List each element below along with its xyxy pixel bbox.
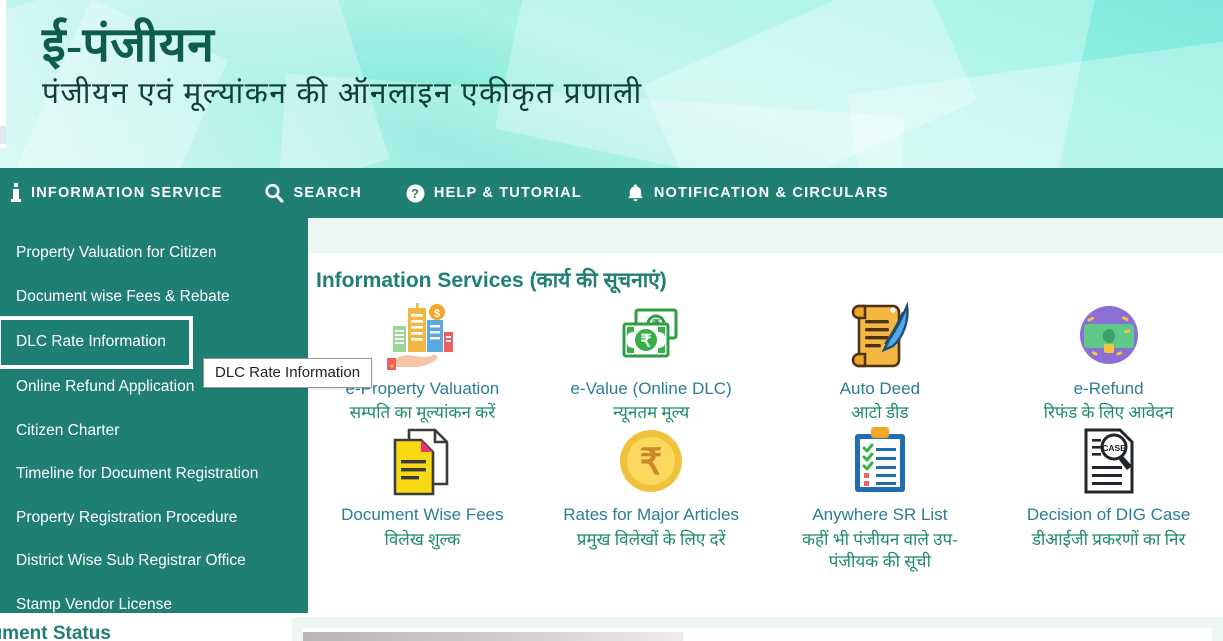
bell-icon [626,183,645,203]
nav-item-help-tutorial[interactable]: ? HELP & TUTORIAL [406,168,582,218]
nav-label: NOTIFICATION & CIRCULARS [653,185,889,201]
service-label-hi: आटो डीड [851,403,909,423]
sidebar-item-timeline-for-document-registration[interactable]: Timeline for Document Registration [0,453,308,497]
service-tile-document-wise-fees[interactable]: Document Wise Fees विलेख शुल्क [308,426,537,572]
money-circle-icon [1074,300,1144,370]
information-services-panel: Information Services (कार्य की सूचनाएं) [308,218,1223,618]
services-grid: $ e-Property Valuation सम्पति का मूल्यां… [308,300,1223,573]
sidebar-item-property-valuation-for-citizen[interactable]: Property Valuation for Citizen [0,232,308,276]
service-label-en: e-Refund [1073,379,1144,398]
case-document-icon: CASE [1078,426,1140,496]
sidebar-item-label: DLC Rate Information [16,333,166,351]
service-label-hi: विलेख शुल्क [384,529,461,549]
panel-top-band [308,218,1223,253]
sidebar-item-document-wise-fees-rebate[interactable]: Document wise Fees & Rebate [0,276,308,320]
service-label-hi: सम्पति का मूल्यांकन करें [349,403,496,423]
sidebar-item-citizen-charter[interactable]: Citizen Charter [0,410,308,454]
sidebar-item-property-registration-procedure[interactable]: Property Registration Procedure [0,497,308,541]
sidebar-item-label: District Wise Sub Registrar Office [16,552,246,570]
nav-item-notification-circulars[interactable]: NOTIFICATION & CIRCULARS [626,168,889,218]
svg-text:₹: ₹ [641,332,652,351]
service-label-hi: कहीं भी पंजीयन वाले उप-पंजीयक की सूची [801,529,958,571]
service-label-en: Document Wise Fees [341,505,504,525]
svg-text:CASE: CASE [1102,443,1126,453]
service-tile-anywhere-sr-list[interactable]: Anywhere SR List कहीं भी पंजीयन वाले उप-… [766,426,995,572]
sidebar-item-label: Property Valuation for Citizen [16,244,217,262]
service-tile-decision-of-dig-case[interactable]: CASE Decision of DIG Case डीआईजी प्रकरणो… [994,426,1223,572]
page-title: Information Services (कार्य की सूचनाएं) [316,269,667,292]
main-navbar: INFORMATION SERVICE SEARCH ? HELP & TUTO… [0,168,1223,218]
search-icon [264,183,284,203]
service-label-hi: डीआईजी प्रकरणों का निर [1031,529,1186,549]
nav-item-search[interactable]: SEARCH [264,168,361,218]
page-root: ई-पंजीयन पंजीयन एवं मूल्यांकन की ऑनलाइन … [0,0,1223,641]
help-circle-icon: ? [406,184,425,203]
sidebar-item-dlc-rate-information[interactable]: DLC Rate Information [0,316,193,369]
service-label-en: Anywhere SR List [812,505,948,525]
scroll-quill-icon [843,300,917,370]
service-tile-rates-for-major-articles[interactable]: ₹ Rates for Major Articles प्रमुख विलेखो… [537,426,766,572]
sidebar-item-label: Document wise Fees & Rebate [16,287,230,305]
service-label-en: Auto Deed [839,379,921,398]
documents-icon [387,426,457,496]
sidebar-item-label: Property Registration Procedure [16,508,238,526]
site-logo-title: ई-पंजीयन [42,19,215,72]
service-tile-auto-deed[interactable]: Auto Deed आटो डीड [766,300,995,424]
sidebar-bottom-gap [0,613,292,617]
service-tile-e-value-online-dlc[interactable]: ₹ ₹ e-Value (Online DLC) न्यूनतम मूल्य [537,300,766,424]
nav-label: SEARCH [293,185,362,201]
below-placeholder-bar [303,632,683,641]
svg-text:₹: ₹ [640,441,663,482]
svg-text:$: $ [434,308,440,320]
site-header-banner: ई-पंजीयन पंजीयन एवं मूल्यांकन की ऑनलाइन … [0,0,1223,168]
site-logo[interactable]: ई-पंजीयन पंजीयन एवं मूल्यांकन की ऑनलाइन … [42,18,643,113]
sidebar-item-district-wise-sub-registrar-office[interactable]: District Wise Sub Registrar Office [0,540,308,584]
service-label-en: e-Value (Online DLC) [570,379,732,398]
rupee-banknotes-icon: ₹ ₹ [614,300,688,370]
information-service-sidebar: Property Valuation for Citizen Document … [0,218,308,613]
service-label-en: Decision of DIG Case [1026,505,1191,525]
rupee-coin-icon: ₹ [616,426,686,496]
clipboard-check-icon [849,426,911,496]
service-label-hi: प्रमुख विलेखों के लिए दरें [576,529,726,549]
left-edge-scrollbar[interactable] [0,126,6,144]
svg-text:?: ? [411,187,420,201]
nav-label: HELP & TUTORIAL [433,185,582,201]
dlc-rate-information-tooltip: DLC Rate Information [203,358,373,388]
sidebar-item-label: Online Refund Application [16,378,195,396]
service-label-en: Rates for Major Articles [563,505,739,525]
nav-label: INFORMATION SERVICE [31,185,223,201]
document-status-title: cument Status [0,623,111,641]
nav-item-information-service[interactable]: INFORMATION SERVICE [10,168,222,218]
building-hand-icon: $ [385,300,459,370]
service-label-hi: न्यूनतम मूल्य [613,403,690,423]
site-logo-subtitle: पंजीयन एवं मूल्यांकन की ऑनलाइन एकीकृत प्… [42,77,643,111]
service-tile-e-refund[interactable]: e-Refund रिफंड के लिए आवेदन [994,300,1223,424]
sidebar-item-label: Citizen Charter [16,421,120,439]
sidebar-item-label: Timeline for Document Registration [16,465,259,483]
sidebar-item-label: Stamp Vendor License [16,595,172,613]
service-label-hi: रिफंड के लिए आवेदन [1043,403,1174,423]
info-icon [10,183,22,203]
